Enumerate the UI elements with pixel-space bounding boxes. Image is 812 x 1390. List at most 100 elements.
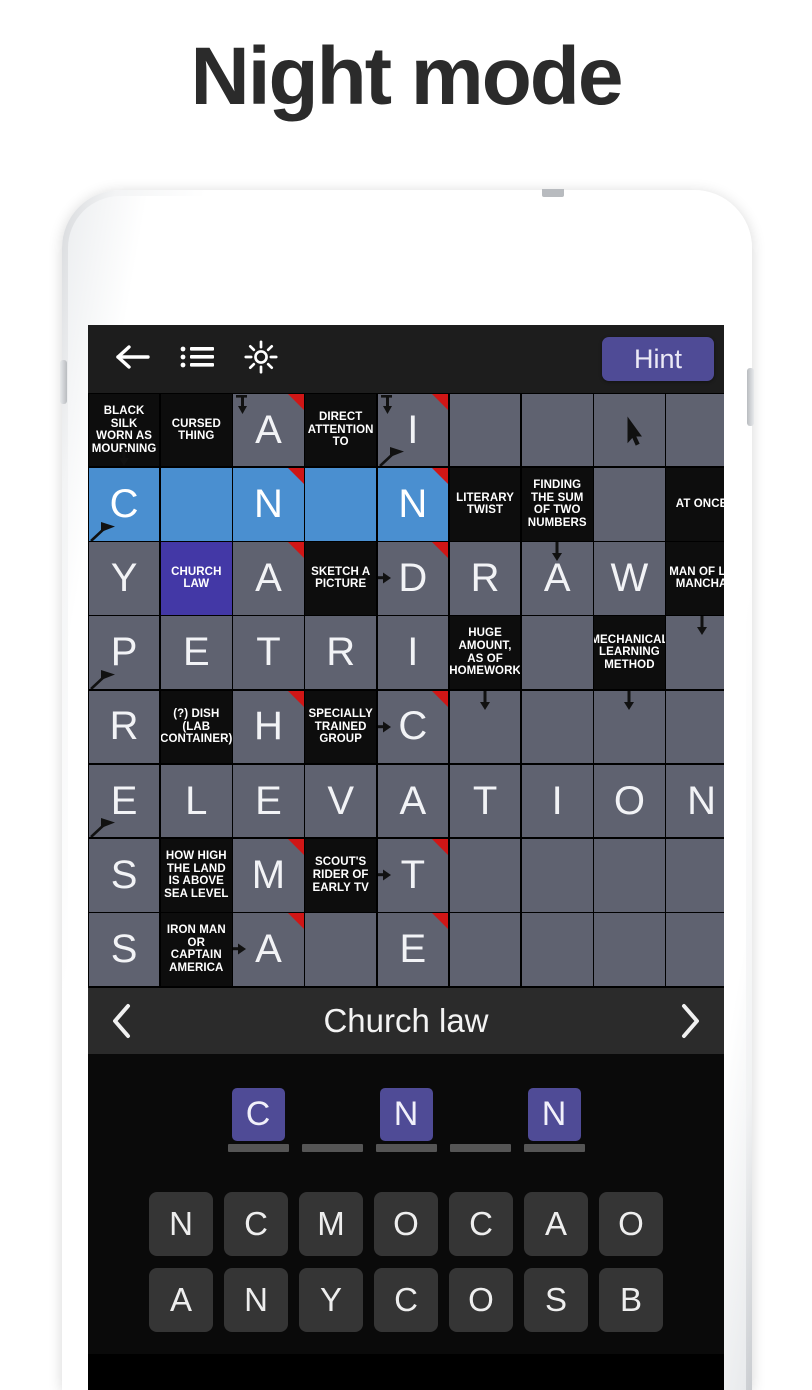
chevron-right-icon[interactable] bbox=[678, 1002, 702, 1040]
answer-slot-2[interactable] bbox=[301, 1088, 363, 1152]
answer-tray[interactable]: CNN bbox=[88, 1053, 724, 1186]
grid-empty-cell-r4c7[interactable] bbox=[521, 616, 593, 689]
grid-empty-cell-r8c6[interactable] bbox=[449, 913, 521, 986]
grid-clue-cell-r5c2[interactable]: (?) DISH (LAB CONTAINER) bbox=[160, 690, 232, 764]
grid-letter-cell-r7c1[interactable]: S bbox=[88, 838, 160, 912]
grid-letter-cell-r6c5[interactable]: A bbox=[377, 764, 449, 838]
grid-empty-cell-r8c8[interactable] bbox=[594, 913, 665, 986]
answer-tile[interactable] bbox=[306, 1088, 359, 1141]
key-c-r1c2[interactable]: C bbox=[224, 1191, 288, 1256]
answer-slot-1[interactable]: C bbox=[227, 1087, 289, 1152]
grid-clue-cell-r1c4[interactable]: DIRECT ATTENTION TO bbox=[305, 393, 376, 467]
key-m-r1c3[interactable]: M bbox=[299, 1191, 363, 1256]
grid-clue-cell-r8c2[interactable]: IRON MAN OR CAPTAIN AMERICA bbox=[160, 913, 232, 986]
grid-letter-cell-r3c1[interactable]: Y bbox=[88, 542, 160, 615]
grid-empty-cell-r1c9[interactable] bbox=[666, 393, 724, 467]
grid-letter-cell-r6c4[interactable]: V bbox=[305, 764, 376, 838]
grid-letter-cell-r8c1[interactable]: S bbox=[88, 913, 160, 986]
key-b-r2c7[interactable]: B bbox=[599, 1267, 663, 1332]
grid-letter-cell-r4c4[interactable]: R bbox=[305, 616, 376, 689]
grid-letter-cell-r8c3[interactable]: A bbox=[233, 913, 304, 986]
grid-letter-cell-r4c1[interactable]: P bbox=[88, 616, 160, 689]
grid-letter-cell-r3c7[interactable]: A bbox=[521, 542, 593, 615]
answer-tile[interactable]: C bbox=[231, 1087, 285, 1141]
grid-letter-cell-r4c2[interactable]: E bbox=[160, 616, 232, 689]
grid-clue-cell-r2c9[interactable]: AT ONCE bbox=[666, 467, 724, 541]
grid-clue-cell-r1c1[interactable]: BLACK SILK WORN AS MOURNING bbox=[88, 393, 160, 467]
grid-letter-cell-r8c5[interactable]: E bbox=[377, 913, 449, 986]
grid-letter-cell-r6c6[interactable]: T bbox=[449, 764, 521, 838]
grid-letter-cell-r6c9[interactable]: N bbox=[666, 764, 724, 838]
answer-slot-5[interactable]: N bbox=[523, 1087, 585, 1152]
grid-clue-cell-r2c6[interactable]: LITERARY TWIST bbox=[449, 467, 521, 541]
grid-letter-cell-r7c3[interactable]: M bbox=[233, 838, 304, 912]
grid-empty-cell-r7c8[interactable] bbox=[594, 838, 665, 912]
grid-empty-cell-r1c8[interactable] bbox=[594, 393, 665, 467]
grid-letter-cell-r3c5[interactable]: D bbox=[377, 542, 449, 615]
answer-slot-3[interactable]: N bbox=[375, 1087, 437, 1152]
grid-letter-cell-r1c5[interactable]: I bbox=[377, 393, 449, 467]
key-o-r1c4[interactable]: O bbox=[374, 1191, 438, 1256]
grid-clue-cell-r7c2[interactable]: HOW HIGH THE LAND IS ABOVE SEA LEVEL bbox=[160, 838, 232, 912]
grid-clue-cell-r2c7[interactable]: FINDING THE SUM OF TWO NUMBERS bbox=[521, 467, 593, 541]
chevron-left-icon[interactable] bbox=[110, 1002, 134, 1040]
grid-empty-cell-r7c7[interactable] bbox=[521, 838, 593, 912]
key-n-r2c2[interactable]: N bbox=[224, 1267, 288, 1332]
grid-empty-cell-r5c9[interactable] bbox=[666, 690, 724, 764]
grid-clue-cell-r3c9[interactable]: MAN OF LA MANCHA bbox=[666, 542, 724, 615]
key-n-r1c1[interactable]: N bbox=[149, 1191, 213, 1256]
grid-empty-cell-r8c4[interactable] bbox=[305, 913, 376, 986]
grid-empty-cell-r5c7[interactable] bbox=[521, 690, 593, 764]
key-a-r2c1[interactable]: A bbox=[149, 1267, 213, 1332]
crossword-grid[interactable]: BLACK SILK WORN AS MOURNING CURSED THING A… bbox=[88, 393, 724, 987]
grid-empty-cell-r2c8[interactable] bbox=[594, 467, 665, 541]
grid-clue-cell-r3c4[interactable]: SKETCH A PICTURE bbox=[305, 542, 376, 615]
letter-keyboard[interactable]: NCMOCAOANYCOSB bbox=[88, 1185, 724, 1354]
grid-letter-cell-r2c5[interactable]: N bbox=[377, 467, 449, 541]
grid-letter-cell-r1c3[interactable]: A bbox=[233, 393, 304, 467]
grid-letter-cell-r2c1[interactable]: C bbox=[88, 467, 160, 541]
grid-letter-cell-r5c5[interactable]: C bbox=[377, 690, 449, 764]
grid-clue-cell-r4c6[interactable]: HUGE AMOUNT, AS OF HOMEWORK bbox=[449, 616, 521, 689]
grid-letter-cell-r3c8[interactable]: W bbox=[594, 542, 665, 615]
grid-letter-cell-r4c5[interactable]: I bbox=[377, 616, 449, 689]
key-o-r2c5[interactable]: O bbox=[449, 1267, 513, 1332]
grid-empty-cell-r5c6[interactable] bbox=[449, 690, 521, 764]
grid-clue-cell-r4c8[interactable]: MECHANICAL LEARNING METHOD bbox=[594, 616, 665, 689]
list-icon[interactable] bbox=[178, 342, 216, 377]
key-o-r1c7[interactable]: O bbox=[599, 1191, 663, 1256]
grid-letter-cell-r6c7[interactable]: I bbox=[521, 764, 593, 838]
key-c-r2c4[interactable]: C bbox=[374, 1267, 438, 1332]
grid-letter-cell-r2c3[interactable]: N bbox=[233, 467, 304, 541]
hint-button[interactable]: Hint bbox=[602, 337, 714, 381]
grid-clue-cell-r1c2[interactable]: CURSED THING bbox=[160, 393, 232, 467]
grid-empty-cell-r8c9[interactable] bbox=[666, 913, 724, 986]
grid-clue-cell-r7c4[interactable]: SCOUT'S RIDER OF EARLY TV bbox=[305, 838, 376, 912]
grid-letter-cell-r6c8[interactable]: O bbox=[594, 764, 665, 838]
grid-letter-cell-r3c6[interactable]: R bbox=[449, 542, 521, 615]
grid-empty-cell-r1c7[interactable] bbox=[521, 393, 593, 467]
grid-letter-cell-r5c3[interactable]: H bbox=[233, 690, 304, 764]
grid-letter-cell-r6c1[interactable]: E bbox=[88, 764, 160, 838]
answer-tile[interactable]: N bbox=[379, 1087, 433, 1141]
grid-letter-cell-r6c3[interactable]: E bbox=[233, 764, 304, 838]
key-y-r2c3[interactable]: Y bbox=[299, 1267, 363, 1332]
grid-empty-cell-r5c8[interactable] bbox=[594, 690, 665, 764]
back-arrow-icon[interactable] bbox=[114, 342, 152, 377]
key-s-r2c6[interactable]: S bbox=[524, 1267, 588, 1332]
grid-empty-cell-r7c6[interactable] bbox=[449, 838, 521, 912]
key-a-r1c6[interactable]: A bbox=[524, 1191, 588, 1256]
grid-letter-cell-r6c2[interactable]: L bbox=[160, 764, 232, 838]
grid-empty-cell-r1c6[interactable] bbox=[449, 393, 521, 467]
grid-letter-cell-r2c2[interactable] bbox=[160, 467, 232, 541]
brightness-sun-icon[interactable] bbox=[242, 339, 280, 379]
answer-slot-4[interactable] bbox=[449, 1088, 511, 1152]
grid-empty-cell-r4c9[interactable] bbox=[666, 616, 724, 689]
grid-letter-cell-r4c3[interactable]: T bbox=[233, 616, 304, 689]
answer-tile[interactable] bbox=[454, 1088, 507, 1141]
phone-volume-button[interactable] bbox=[60, 360, 67, 404]
grid-empty-cell-r8c7[interactable] bbox=[521, 913, 593, 986]
grid-empty-cell-r7c9[interactable] bbox=[666, 838, 724, 912]
grid-letter-cell-r2c4[interactable] bbox=[305, 467, 376, 541]
grid-clue-cell-r3c2[interactable]: CHURCH LAW bbox=[160, 542, 232, 615]
